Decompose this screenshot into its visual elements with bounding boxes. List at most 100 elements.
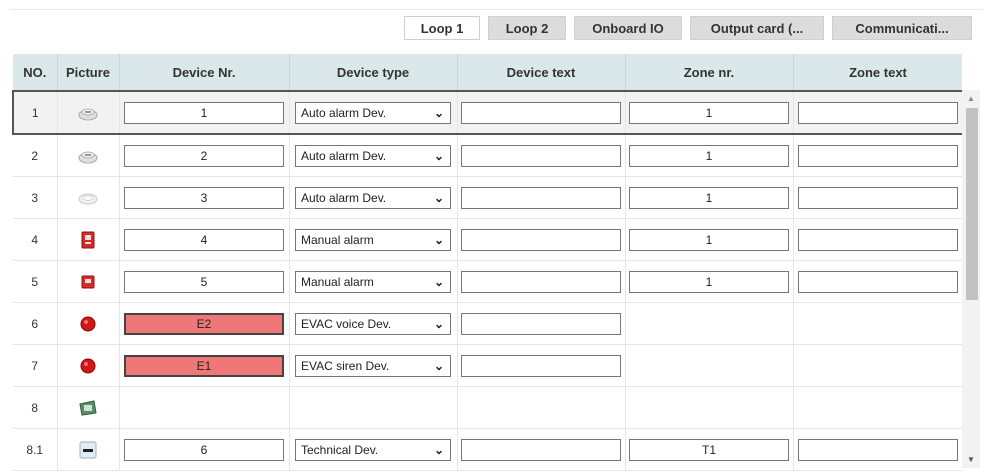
table-row[interactable]: 3 3 Auto alarm Dev. ⌄ 1 [13,176,962,219]
row-number: 8.1 [13,428,58,471]
device-text-cell [457,90,626,135]
technical-device-icon [79,441,97,458]
device-type-cell: EVAC voice Dev. ⌄ [289,302,458,345]
table-row[interactable]: 1 1 Auto alarm Dev. ⌄ 1 [12,90,962,135]
zone-text-input[interactable] [798,186,958,209]
row-number: 3 [13,176,58,219]
device-nr-input[interactable]: 3 [124,186,284,209]
zone-text-cell [793,176,962,219]
picture-cell [57,134,120,177]
scroll-up-arrow-icon[interactable]: ▲ [967,94,975,103]
zone-text-input[interactable] [798,144,958,167]
device-nr-input[interactable]: 1 [124,101,284,124]
zone-text-input[interactable] [798,270,958,293]
zone-text-input[interactable] [797,101,958,124]
picture-cell [57,218,120,261]
zone-nr-input[interactable]: 1 [629,186,789,209]
column-header-device-text[interactable]: Device text [457,54,626,91]
device-type-select[interactable]: Manual alarm ⌄ [295,228,451,251]
device-text-input[interactable] [461,101,621,124]
zone-text-cell [793,218,962,261]
device-type-select[interactable]: Technical Dev. ⌄ [295,438,451,461]
device-text-cell [457,428,626,471]
device-nr-input[interactable]: 6 [124,438,284,461]
tab-output-card[interactable]: Output card (... [690,16,824,40]
row-number: 5 [13,260,58,303]
device-type-value: Manual alarm [301,232,374,247]
table-row[interactable]: 8.1 6 Technical Dev. ⌄ T1 [13,428,962,471]
zone-nr-input[interactable]: T1 [629,438,789,461]
column-header-device-type[interactable]: Device type [289,54,458,91]
table-row[interactable]: 2 2 Auto alarm Dev. ⌄ 1 [13,134,962,177]
tab-loop-2[interactable]: Loop 2 [488,16,566,40]
table-row[interactable]: 4 4 Manual alarm ⌄ 1 [13,218,962,261]
row-number: 2 [13,134,58,177]
device-type-select[interactable]: EVAC voice Dev. ⌄ [295,312,451,335]
device-text-cell [457,302,626,345]
device-text-cell [457,386,626,429]
picture-cell [57,176,120,219]
row-number: 6 [13,302,58,345]
device-nr-input[interactable]: 5 [124,270,284,293]
zone-nr-cell [625,344,794,387]
device-text-input[interactable] [461,144,621,167]
chevron-down-icon: ⌄ [433,105,444,120]
device-text-input[interactable] [461,228,621,251]
picture-cell [57,428,120,471]
device-nr-cell: 6 [119,428,290,471]
device-nr-cell: 1 [119,90,290,135]
device-nr-input[interactable]: 2 [124,144,284,167]
table-row[interactable]: 5 5 Manual alarm ⌄ 1 [13,260,962,303]
device-nr-input[interactable]: 4 [124,228,284,251]
tab-bar: Loop 1 Loop 2 Onboard IO Output card (..… [404,16,972,40]
device-type-select[interactable]: Auto alarm Dev. ⌄ [295,144,451,167]
device-text-input[interactable] [461,354,621,377]
zone-nr-input[interactable]: 1 [629,144,789,167]
device-type-select[interactable]: Auto alarm Dev. ⌄ [295,186,451,209]
tab-communication[interactable]: Communicati... [832,16,972,40]
zone-nr-cell: 1 [625,90,794,135]
device-text-input[interactable] [461,438,621,461]
device-nr-cell: 3 [119,176,290,219]
zone-nr-input[interactable]: 1 [629,101,789,124]
device-type-cell: Auto alarm Dev. ⌄ [289,176,458,219]
column-header-no[interactable]: NO. [13,54,58,91]
device-type-value: Manual alarm [301,274,374,289]
column-header-device-nr[interactable]: Device Nr. [119,54,290,91]
table-header: NO. Picture Device Nr. Device type Devic… [13,54,962,91]
zone-text-input[interactable] [798,228,958,251]
column-header-zone-text[interactable]: Zone text [793,54,962,91]
scrollbar-thumb[interactable] [966,108,978,300]
device-text-input[interactable] [461,270,621,293]
device-type-select[interactable]: EVAC siren Dev. ⌄ [295,354,451,377]
device-type-value: EVAC siren Dev. [301,358,390,373]
scroll-down-arrow-icon[interactable]: ▼ [967,455,975,464]
device-text-input[interactable] [461,312,621,335]
device-nr-cell: 5 [119,260,290,303]
device-nr-cell: 4 [119,218,290,261]
zone-text-cell [793,302,962,345]
table-row[interactable]: 6 E2 EVAC voice Dev. ⌄ [13,302,962,345]
column-header-zone-nr[interactable]: Zone nr. [625,54,794,91]
device-type-value: Auto alarm Dev. [301,148,387,163]
tab-loop-1[interactable]: Loop 1 [404,16,480,40]
column-header-picture[interactable]: Picture [57,54,120,91]
device-nr-input-error[interactable]: E2 [124,312,284,335]
top-divider [10,9,982,10]
zone-text-input[interactable] [798,438,958,461]
zone-nr-input[interactable]: 1 [629,270,789,293]
chevron-down-icon: ⌄ [433,148,444,163]
vertical-scrollbar[interactable]: ▲ ▼ [962,90,980,468]
table-row[interactable]: 8 [13,386,962,429]
device-nr-input-error[interactable]: E1 [124,354,284,377]
tab-onboard-io[interactable]: Onboard IO [574,16,682,40]
zone-text-cell [793,134,962,177]
table-row[interactable]: 7 E1 EVAC siren Dev. ⌄ [13,344,962,387]
chevron-down-icon: ⌄ [433,358,444,373]
heat-detector-icon [78,193,98,204]
device-text-input[interactable] [461,186,621,209]
device-type-select[interactable]: Auto alarm Dev. ⌄ [295,101,451,124]
device-table: NO. Picture Device Nr. Device type Devic… [12,54,962,471]
zone-nr-input[interactable]: 1 [629,228,789,251]
device-type-select[interactable]: Manual alarm ⌄ [295,270,451,293]
